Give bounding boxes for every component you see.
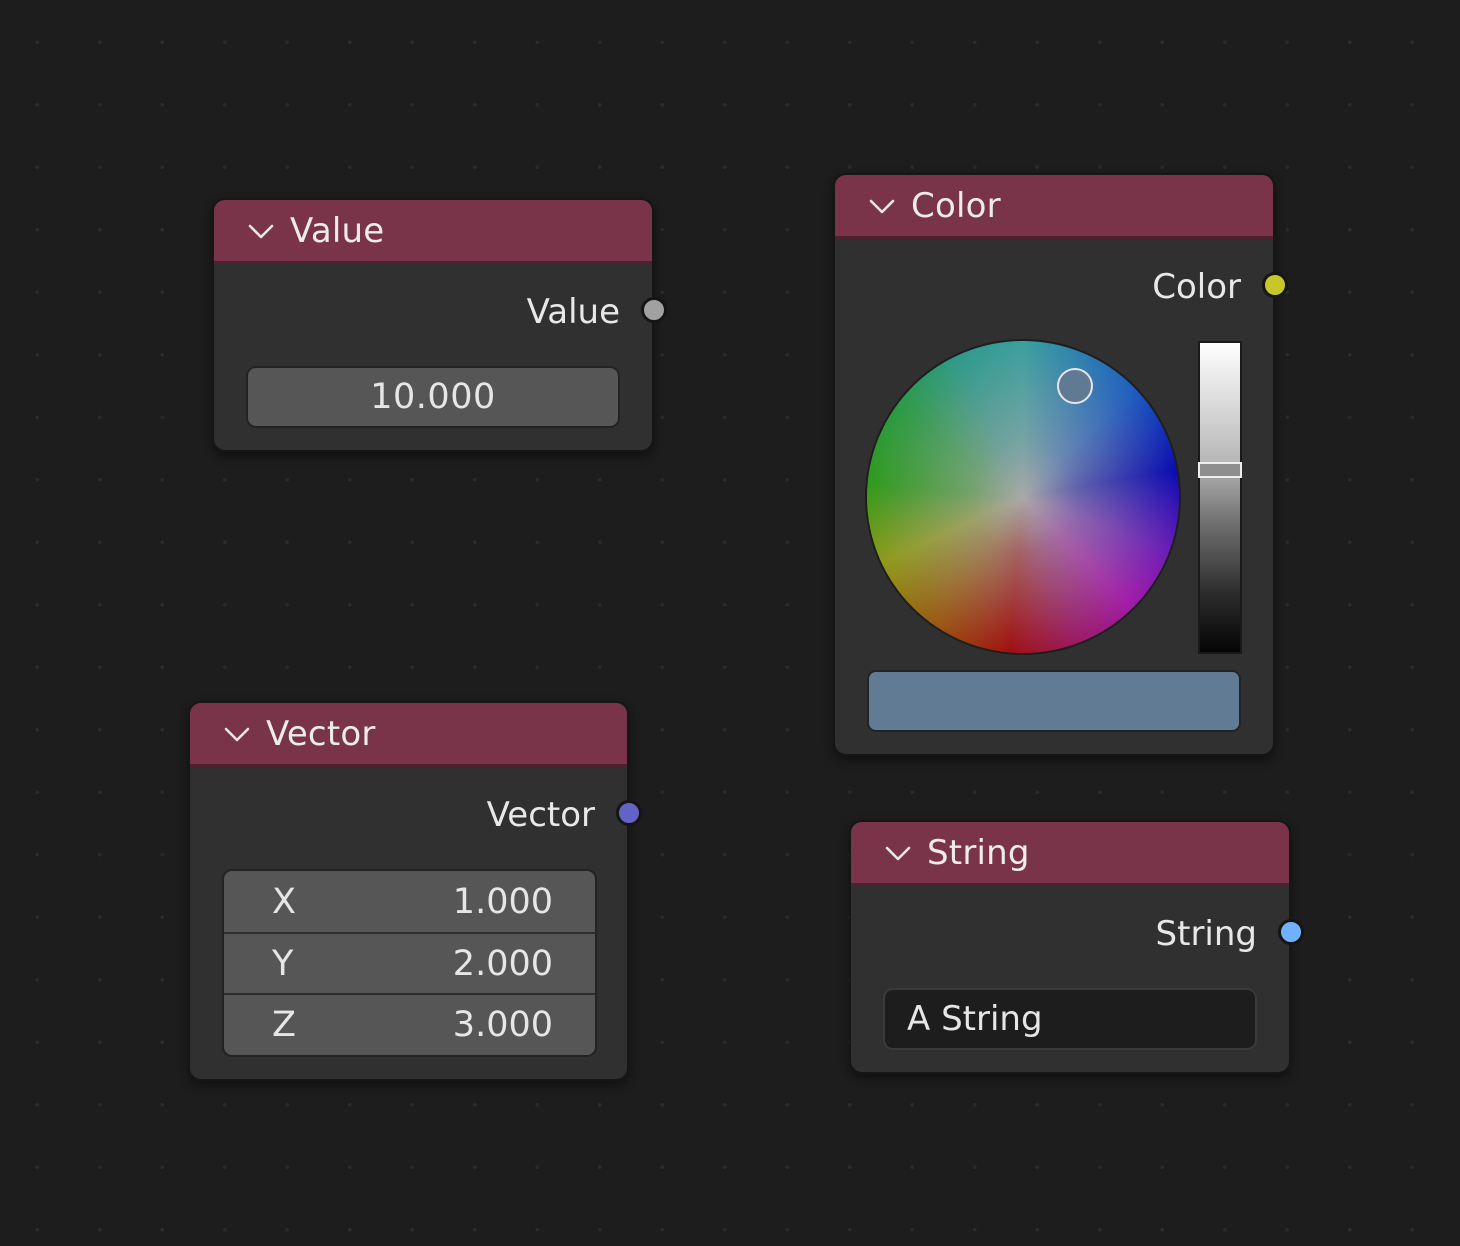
output-socket[interactable] <box>641 297 667 323</box>
output-row: Vector <box>487 795 627 835</box>
output-socket[interactable] <box>616 800 642 826</box>
chevron-down-icon[interactable] <box>246 216 276 246</box>
vector-y-label: Y <box>272 943 294 984</box>
value-field[interactable]: 10.000 <box>246 366 620 428</box>
value-slider-handle[interactable] <box>1198 462 1242 478</box>
vector-x-value: 1.000 <box>452 881 553 922</box>
node-title: Color <box>911 185 1001 226</box>
color-wheel-cursor[interactable] <box>1057 368 1093 404</box>
output-label: Color <box>1152 267 1241 307</box>
output-label: String <box>1155 914 1257 954</box>
vector-node-header[interactable]: Vector <box>190 703 627 767</box>
vector-fields: X 1.000 Y 2.000 Z 3.000 <box>222 869 597 1057</box>
string-node-header[interactable]: String <box>851 822 1289 886</box>
chevron-down-icon[interactable] <box>867 191 897 221</box>
node-title: Value <box>290 210 385 251</box>
output-label: Value <box>526 292 620 332</box>
chevron-down-icon[interactable] <box>883 838 913 868</box>
output-row: Color <box>1152 267 1273 307</box>
value-node[interactable]: Value Value 10.000 <box>212 198 667 452</box>
color-node[interactable]: Color Color <box>833 173 1288 756</box>
vector-x-label: X <box>272 881 296 922</box>
node-title: String <box>927 832 1030 873</box>
vector-y-value: 2.000 <box>452 943 553 984</box>
vector-x-field[interactable]: X 1.000 <box>224 871 595 932</box>
vector-z-value: 3.000 <box>452 1004 553 1045</box>
color-wheel[interactable] <box>867 341 1179 653</box>
vector-y-field[interactable]: Y 2.000 <box>224 932 595 993</box>
output-row: String <box>1156 914 1289 954</box>
value-node-header[interactable]: Value <box>214 200 652 264</box>
output-label: Vector <box>486 795 595 835</box>
vector-z-label: Z <box>272 1004 296 1045</box>
vector-node[interactable]: Vector Vector X 1.000 Y 2.000 Z 3.000 <box>188 701 642 1081</box>
color-node-header[interactable]: Color <box>835 175 1273 239</box>
string-field[interactable]: A String <box>883 988 1257 1050</box>
color-swatch[interactable] <box>867 670 1241 732</box>
string-node[interactable]: String String A String <box>849 820 1304 1074</box>
chevron-down-icon[interactable] <box>222 719 252 749</box>
output-socket[interactable] <box>1262 272 1288 298</box>
output-socket[interactable] <box>1278 919 1304 945</box>
value-slider[interactable] <box>1198 341 1242 654</box>
vector-z-field[interactable]: Z 3.000 <box>224 993 595 1054</box>
node-title: Vector <box>266 713 376 754</box>
output-row: Value <box>527 292 652 332</box>
